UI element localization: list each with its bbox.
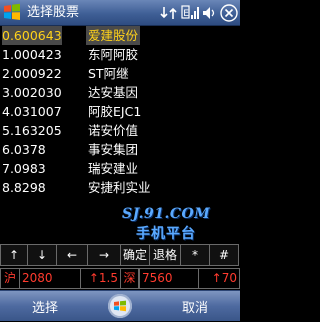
stock-name: 爱建股份 — [86, 26, 141, 45]
stock-name: 瑞安建业 — [88, 161, 139, 176]
stock-code: 8.8298 — [2, 180, 46, 195]
stock-name: 阿胶EJC1 — [88, 104, 142, 119]
shenzhen-index-change: ↑70 — [198, 268, 240, 289]
svg-text:E: E — [183, 9, 189, 19]
select-softkey[interactable]: 选择 — [32, 297, 58, 316]
stock-list: 0.600643 爱建股份 1.000423 东阿阿胶 2.000922 ST阿继 3… — [0, 26, 240, 197]
stock-name: ST阿继 — [88, 66, 129, 81]
stock-name: 事安集团 — [88, 142, 139, 157]
stock-code: 5.163205 — [2, 123, 62, 138]
cancel-softkey[interactable]: 取消 — [182, 297, 208, 316]
stock-code: 7.0983 — [2, 161, 46, 176]
shanghai-index-value: 2080 — [19, 268, 81, 289]
left-arrow-button[interactable]: ← — [56, 244, 87, 266]
volume-icon[interactable] — [202, 3, 217, 23]
stock-code: 1.000423 — [2, 47, 62, 62]
title-bar: 选择股票 E — [0, 0, 240, 26]
list-item[interactable]: 8.8298 安捷利实业 — [0, 178, 240, 197]
windows-flag-icon[interactable] — [108, 294, 132, 318]
up-arrow-button[interactable]: ↑ — [0, 244, 27, 266]
confirm-button[interactable]: 确定 — [120, 244, 149, 266]
down-arrow-button[interactable]: ↓ — [27, 244, 56, 266]
stock-code: 2.000922 — [2, 66, 62, 81]
shenzhen-index-value: 7560 — [139, 268, 199, 289]
stock-name: 诺安价值 — [88, 123, 139, 138]
list-item[interactable]: 1.000423 东阿阿胶 — [0, 45, 240, 64]
stock-code: 0.600643 — [2, 26, 62, 45]
market-index-bar: 沪 2080 ↑1.5 深 7560 ↑70 — [0, 268, 240, 289]
shenzhen-label: 深 — [120, 268, 139, 289]
stock-name: 达安基因 — [88, 85, 139, 100]
phone-signal-icon[interactable]: E — [181, 3, 199, 23]
list-item[interactable]: 7.0983 瑞安建业 — [0, 159, 240, 178]
shanghai-index-change: ↑1.5 — [80, 268, 121, 289]
shanghai-label: 沪 — [0, 268, 20, 289]
watermark-logo: SJ.91.COM 手机平台 — [122, 206, 232, 243]
list-item[interactable]: 3.002030 达安基因 — [0, 83, 240, 102]
stock-code: 6.0378 — [2, 142, 46, 157]
list-item[interactable]: 2.000922 ST阿继 — [0, 64, 240, 83]
stock-name: 安捷利实业 — [88, 180, 151, 195]
keypad-row: ↑ ↓ ← → 确定 退格 * # — [0, 244, 240, 266]
watermark-url: SJ.91.COM — [122, 206, 211, 222]
stock-code: 4.031007 — [2, 104, 62, 119]
start-menu-icon[interactable] — [3, 3, 21, 21]
list-item[interactable]: 4.031007 阿胶EJC1 — [0, 102, 240, 121]
connectivity-icon[interactable] — [160, 3, 178, 23]
stock-name: 东阿阿胶 — [88, 47, 139, 62]
stock-code: 3.002030 — [2, 85, 62, 100]
window-title: 选择股票 — [27, 5, 80, 20]
close-icon[interactable] — [220, 3, 238, 23]
hash-button[interactable]: # — [209, 244, 239, 266]
backspace-button[interactable]: 退格 — [149, 244, 180, 266]
list-item[interactable]: 6.0378 事安集团 — [0, 140, 240, 159]
right-arrow-button[interactable]: → — [87, 244, 120, 266]
status-icons: E — [160, 2, 238, 24]
list-item[interactable]: 5.163205 诺安价值 — [0, 121, 240, 140]
watermark-caption: 手机平台 — [136, 226, 196, 242]
list-item[interactable]: 0.600643 爱建股份 — [0, 26, 240, 45]
softkey-bar: 选择 取消 — [0, 290, 240, 321]
star-button[interactable]: * — [180, 244, 209, 266]
